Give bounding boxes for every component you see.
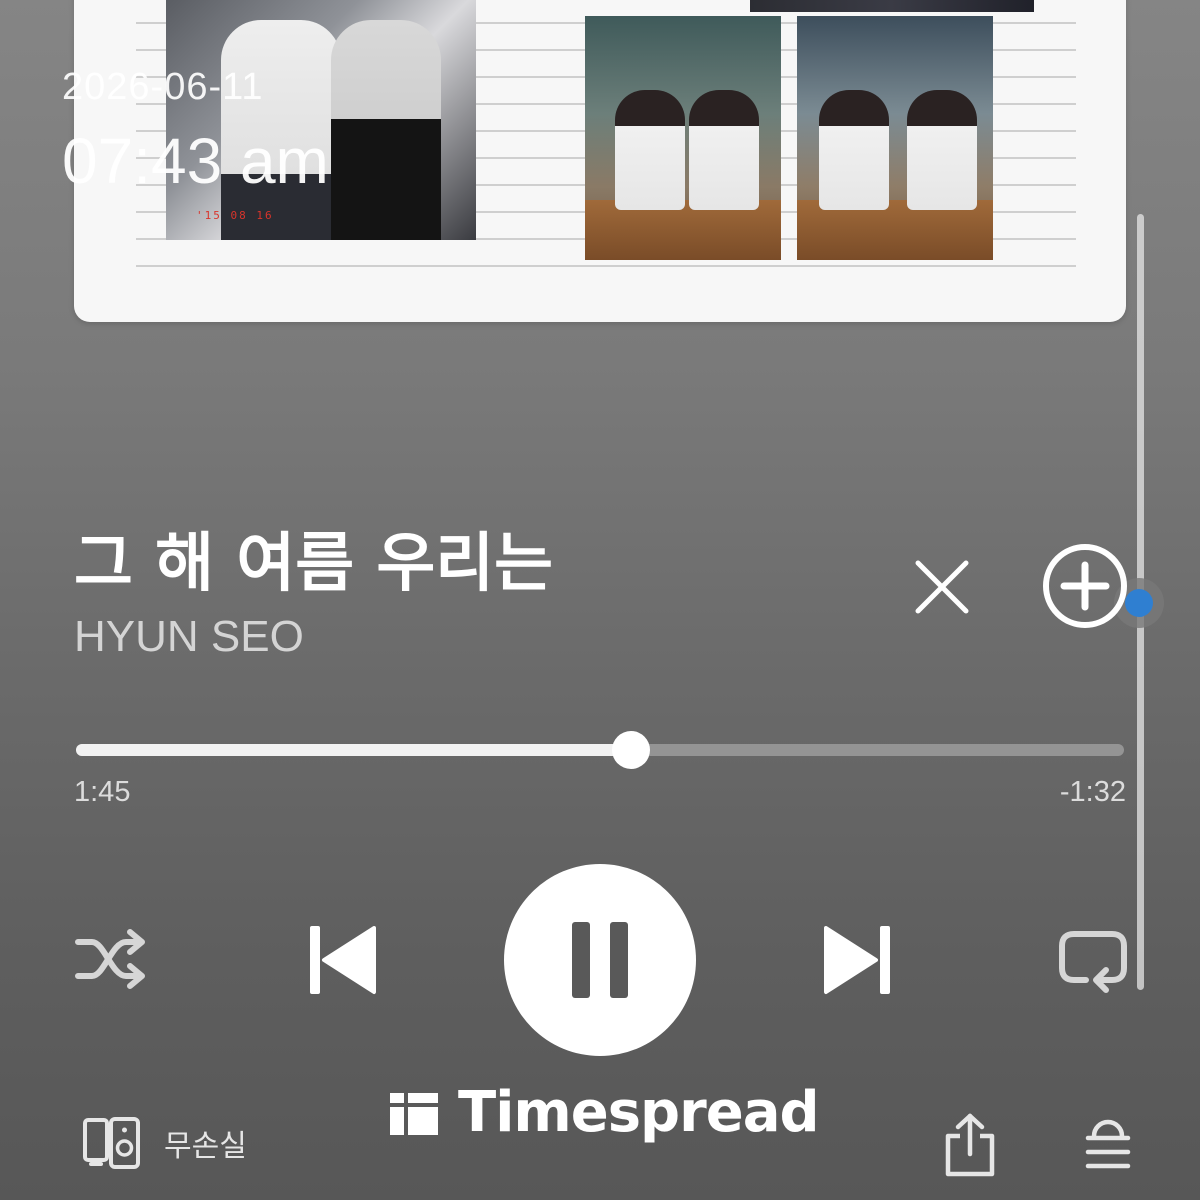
- pause-button[interactable]: [504, 864, 696, 1056]
- skip-previous-icon: [310, 926, 376, 994]
- queue-button[interactable]: [1082, 1118, 1134, 1172]
- track-artist[interactable]: HYUN SEO: [74, 612, 304, 662]
- output-device-label: 무손실: [164, 1129, 247, 1164]
- pause-icon: [572, 922, 628, 998]
- album-art-figure: [615, 90, 685, 210]
- album-art-figure: [907, 90, 977, 210]
- watermark-text: Timespread: [458, 1080, 820, 1145]
- previous-button[interactable]: [306, 920, 380, 1000]
- progress-fill: [76, 744, 632, 756]
- shuffle-button[interactable]: [72, 924, 148, 994]
- progress-knob[interactable]: [612, 731, 651, 769]
- track-title: 그 해 여름 우리는: [74, 527, 554, 601]
- close-icon: [915, 560, 969, 614]
- album-art-photo-right: [797, 16, 993, 260]
- album-art-photo-left: '15 08 16: [166, 0, 476, 240]
- close-button[interactable]: [910, 555, 974, 619]
- watermark: Timespread: [388, 1080, 820, 1145]
- queue-icon: [1085, 1119, 1131, 1169]
- time-elapsed: 1:45: [74, 776, 131, 808]
- output-device-button[interactable]: 무손실: [82, 1116, 247, 1170]
- skip-next-icon: [824, 926, 890, 994]
- repeat-icon: [1059, 931, 1127, 993]
- plus-circle-icon: [1043, 544, 1127, 628]
- add-to-library-button[interactable]: [1040, 541, 1130, 631]
- time-remaining: -1:32: [1059, 776, 1126, 808]
- speaker-device-icon: [83, 1117, 140, 1169]
- album-art-figure: [331, 20, 441, 240]
- repeat-button[interactable]: [1056, 924, 1130, 994]
- album-art-figure: [689, 90, 759, 210]
- timespread-logo-icon: [390, 1092, 438, 1135]
- next-button[interactable]: [820, 920, 894, 1000]
- album-art-photo-middle: [585, 16, 781, 260]
- album-art-photo-top: [750, 0, 1034, 12]
- album-art-figure: [819, 90, 889, 210]
- share-button[interactable]: [940, 1112, 1000, 1178]
- progress-bar[interactable]: [76, 731, 1124, 769]
- album-art-date-stamp: '15 08 16: [196, 209, 274, 222]
- shuffle-icon: [75, 929, 145, 989]
- overlay-time: 07:43 am: [62, 125, 329, 197]
- share-icon: [945, 1113, 995, 1177]
- overlay-date: 2026-06-11: [62, 66, 264, 108]
